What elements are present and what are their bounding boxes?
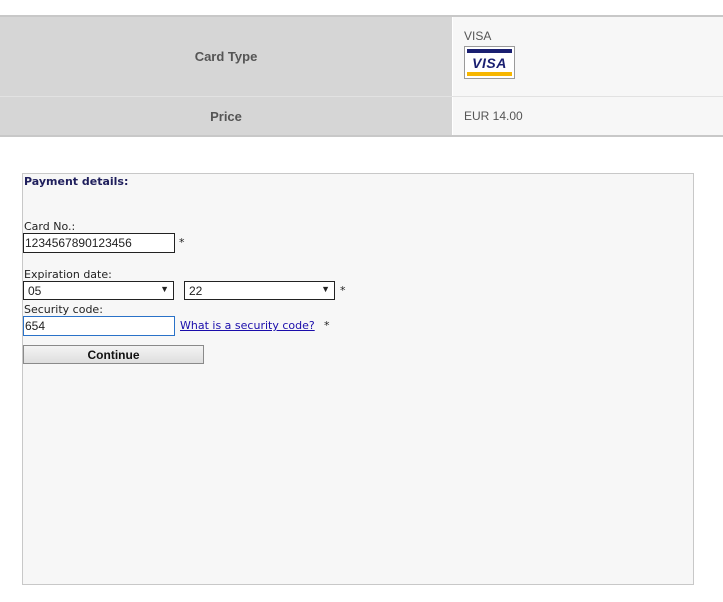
continue-button[interactable]: Continue <box>23 345 204 364</box>
card-number-required-marker: * <box>179 236 185 249</box>
price-value: EUR 14.00 <box>453 97 723 135</box>
payment-details-title: Payment details: <box>24 175 129 188</box>
card-type-value: VISA <box>464 29 492 43</box>
expiration-date-label: Expiration date: <box>24 268 112 281</box>
visa-logo-inner: VISA <box>467 49 512 76</box>
price-row: Price EUR 14.00 <box>0 97 723 135</box>
payment-details-panel: Payment details: Card No.: * Expiration … <box>22 173 694 585</box>
dropdown-arrow-icon: ▼ <box>160 284 169 294</box>
expiration-month-select[interactable]: 05 ▼ <box>23 281 174 300</box>
card-type-row: Card Type VISA VISA <box>0 17 723 97</box>
security-code-input[interactable] <box>23 316 175 336</box>
visa-logo-bottom-band <box>467 72 512 76</box>
security-code-help-link[interactable]: What is a security code? <box>180 319 315 332</box>
card-type-cell: VISA VISA <box>453 17 723 96</box>
order-summary-table: Card Type VISA VISA Price EUR 14.00 <box>0 15 723 137</box>
expiration-year-value: 22 <box>189 283 203 298</box>
expiration-year-select[interactable]: 22 ▼ <box>184 281 335 300</box>
card-number-input[interactable] <box>23 233 175 253</box>
security-code-required-marker: * <box>324 319 330 332</box>
dropdown-arrow-icon: ▼ <box>321 284 330 294</box>
visa-logo-text: VISA <box>472 54 507 71</box>
visa-logo-icon: VISA <box>464 46 515 79</box>
security-code-label: Security code: <box>24 303 103 316</box>
card-number-label: Card No.: <box>24 220 76 233</box>
expiration-month-value: 05 <box>28 283 42 298</box>
expiration-required-marker: * <box>340 284 346 297</box>
card-type-label: Card Type <box>0 17 453 96</box>
price-label: Price <box>0 97 453 135</box>
